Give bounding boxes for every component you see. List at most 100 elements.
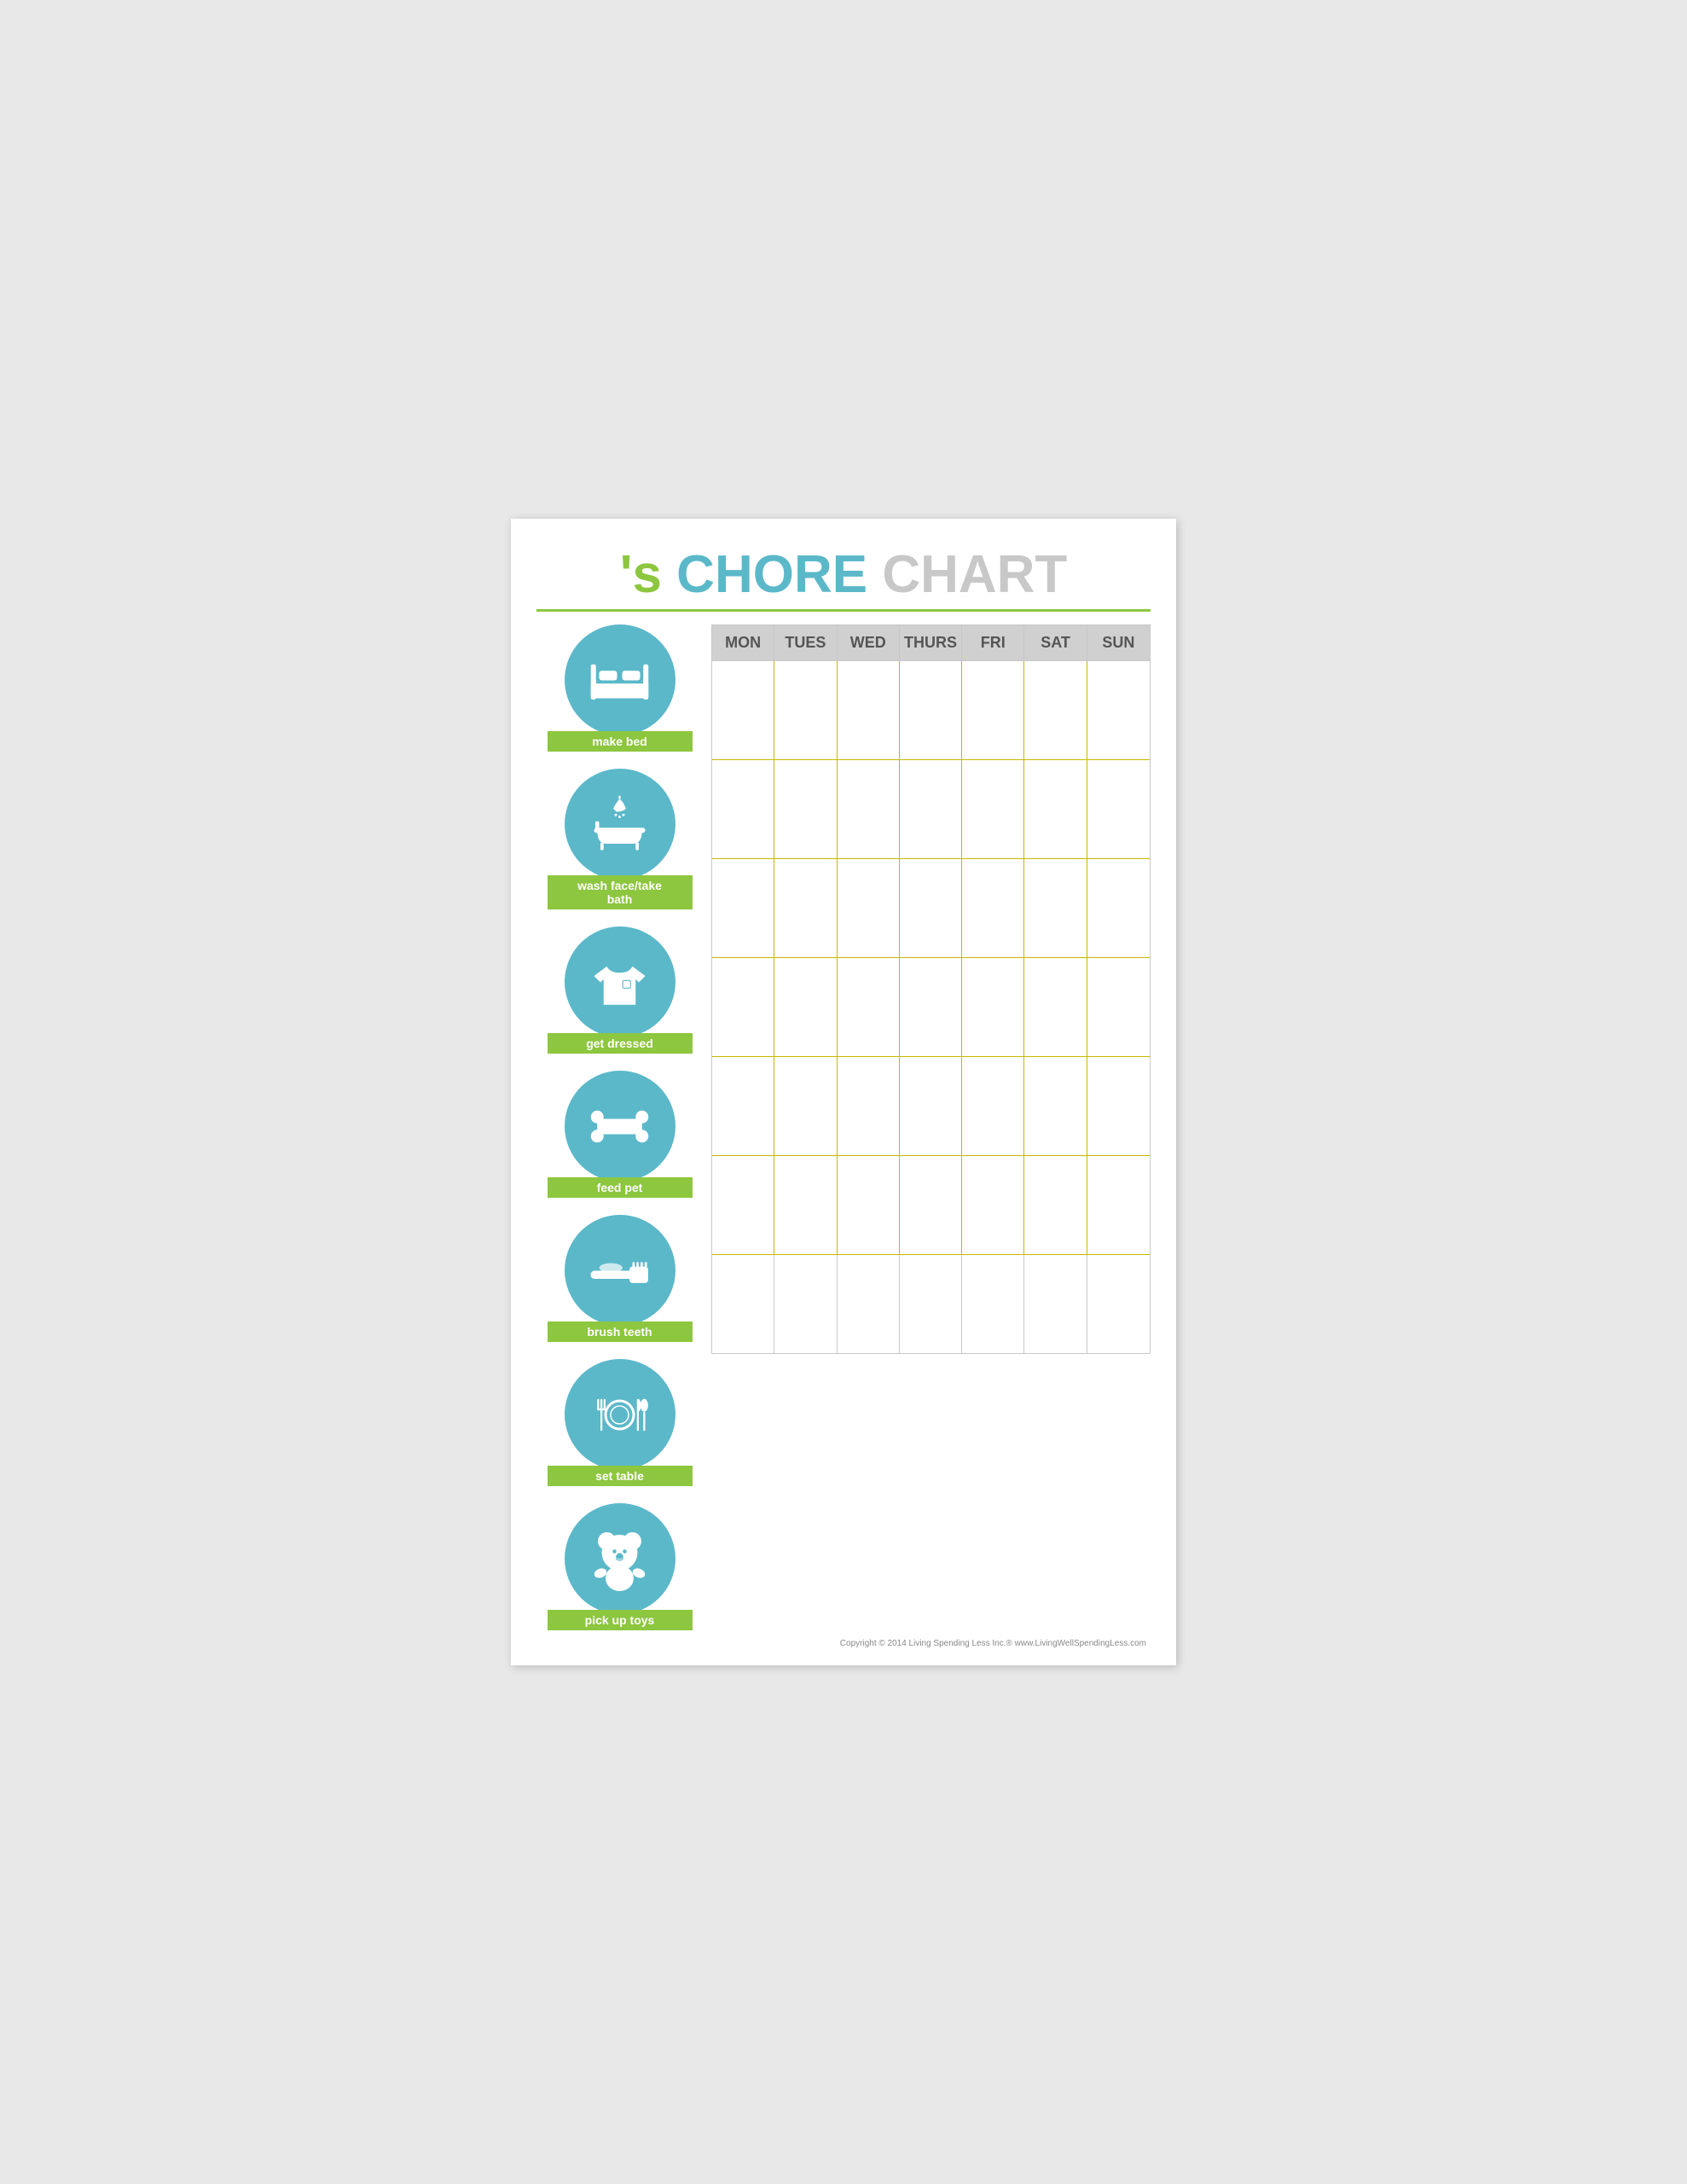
- cell-2-mon: [712, 760, 774, 858]
- bed-icon: [588, 648, 652, 712]
- cell-1-mon: [712, 661, 774, 759]
- day-header-sun: SUN: [1087, 625, 1150, 660]
- day-header-thurs: THURS: [900, 625, 962, 660]
- cell-7-wed: [838, 1255, 900, 1353]
- cell-3-sat: [1024, 859, 1087, 957]
- footer: Copyright © 2014 Living Spending Less In…: [536, 1639, 1151, 1648]
- cell-5-tues: [774, 1057, 837, 1155]
- chore-label-pick-up-toys: pick up toys: [548, 1610, 693, 1630]
- chore-circle-make-bed: [565, 624, 675, 735]
- chore-circle-wash-face: [565, 769, 675, 880]
- cell-7-mon: [712, 1255, 774, 1353]
- bone-icon: [588, 1095, 652, 1159]
- grid-rows: [711, 661, 1151, 1354]
- cell-3-tues: [774, 859, 837, 957]
- day-header-fri: FRI: [962, 625, 1024, 660]
- cell-2-sat: [1024, 760, 1087, 858]
- cell-5-thurs: [900, 1057, 962, 1155]
- cell-1-sat: [1024, 661, 1087, 759]
- chore-item-wash-face: wash face/take bath: [536, 769, 703, 909]
- chore-label-get-dressed: get dressed: [548, 1033, 693, 1054]
- cell-5-sat: [1024, 1057, 1087, 1155]
- copyright-text: Copyright © 2014 Living Spending Less In…: [840, 1639, 1146, 1648]
- chore-item-pick-up-toys: pick up toys: [536, 1503, 703, 1630]
- cell-3-wed: [838, 859, 900, 957]
- bath-icon: [588, 793, 652, 857]
- chore-item-feed-pet: feed pet: [536, 1071, 703, 1198]
- chore-label-wash-face: wash face/take bath: [548, 875, 693, 909]
- title-underline: [707, 609, 1151, 612]
- cell-6-sun: [1087, 1156, 1150, 1254]
- cell-5-sun: [1087, 1057, 1150, 1155]
- cell-6-thurs: [900, 1156, 962, 1254]
- day-header-tues: TUES: [774, 625, 837, 660]
- toothbrush-icon: [588, 1239, 652, 1303]
- main-layout: make bed: [536, 624, 1151, 1630]
- cell-2-thurs: [900, 760, 962, 858]
- title-chart: CHART: [882, 544, 1067, 605]
- day-header-wed: WED: [838, 625, 900, 660]
- chore-item-get-dressed: get dressed: [536, 926, 703, 1054]
- chore-label-make-bed: make bed: [548, 731, 693, 752]
- cell-6-fri: [962, 1156, 1024, 1254]
- grid-row-7: [712, 1255, 1150, 1353]
- day-headers: MON TUES WED THURS FRI SAT SUN: [711, 624, 1151, 661]
- chore-item-make-bed: make bed: [536, 624, 703, 752]
- cell-5-fri: [962, 1057, 1024, 1155]
- cell-7-sun: [1087, 1255, 1150, 1353]
- cell-4-mon: [712, 958, 774, 1056]
- cell-6-tues: [774, 1156, 837, 1254]
- day-header-sat: SAT: [1024, 625, 1087, 660]
- cell-1-wed: [838, 661, 900, 759]
- cell-3-sun: [1087, 859, 1150, 957]
- title-chore: CHORE: [662, 544, 882, 605]
- cell-6-sat: [1024, 1156, 1087, 1254]
- cell-5-mon: [712, 1057, 774, 1155]
- chore-circle-pick-up-toys: [565, 1503, 675, 1614]
- cell-1-thurs: [900, 661, 962, 759]
- cell-4-sun: [1087, 958, 1150, 1056]
- cell-4-thurs: [900, 958, 962, 1056]
- chore-label-set-table: set table: [548, 1466, 693, 1486]
- chore-circle-get-dressed: [565, 926, 675, 1037]
- cell-1-tues: [774, 661, 837, 759]
- cell-4-wed: [838, 958, 900, 1056]
- cell-4-sat: [1024, 958, 1087, 1056]
- chore-circle-set-table: [565, 1359, 675, 1470]
- cell-2-fri: [962, 760, 1024, 858]
- page: 's CHORE CHART: [511, 519, 1176, 1665]
- grid-row-6: [712, 1156, 1150, 1255]
- shirt-icon: [588, 950, 652, 1014]
- grid-row-5: [712, 1057, 1150, 1156]
- cell-1-fri: [962, 661, 1024, 759]
- chore-circle-brush-teeth: [565, 1215, 675, 1326]
- cell-5-wed: [838, 1057, 900, 1155]
- cell-2-wed: [838, 760, 900, 858]
- day-header-mon: MON: [712, 625, 774, 660]
- grid-area: MON TUES WED THURS FRI SAT SUN: [711, 624, 1151, 1630]
- cell-1-sun: [1087, 661, 1150, 759]
- grid-row-2: [712, 760, 1150, 859]
- chore-label-feed-pet: feed pet: [548, 1177, 693, 1198]
- grid-row-3: [712, 859, 1150, 958]
- chores-column: make bed: [536, 624, 703, 1630]
- cell-7-thurs: [900, 1255, 962, 1353]
- cell-2-tues: [774, 760, 837, 858]
- header: 's CHORE CHART: [536, 544, 1151, 612]
- cell-7-fri: [962, 1255, 1024, 1353]
- grid-row-1: [712, 661, 1150, 760]
- grid-row-4: [712, 958, 1150, 1057]
- cell-7-tues: [774, 1255, 837, 1353]
- name-underline: [536, 609, 707, 612]
- table-icon: [588, 1383, 652, 1447]
- chore-circle-feed-pet: [565, 1071, 675, 1182]
- title-apostrophe-s: 's: [620, 544, 662, 605]
- chore-item-set-table: set table: [536, 1359, 703, 1486]
- cell-3-mon: [712, 859, 774, 957]
- cell-6-mon: [712, 1156, 774, 1254]
- cell-3-thurs: [900, 859, 962, 957]
- cell-4-tues: [774, 958, 837, 1056]
- cell-2-sun: [1087, 760, 1150, 858]
- cell-6-wed: [838, 1156, 900, 1254]
- cell-4-fri: [962, 958, 1024, 1056]
